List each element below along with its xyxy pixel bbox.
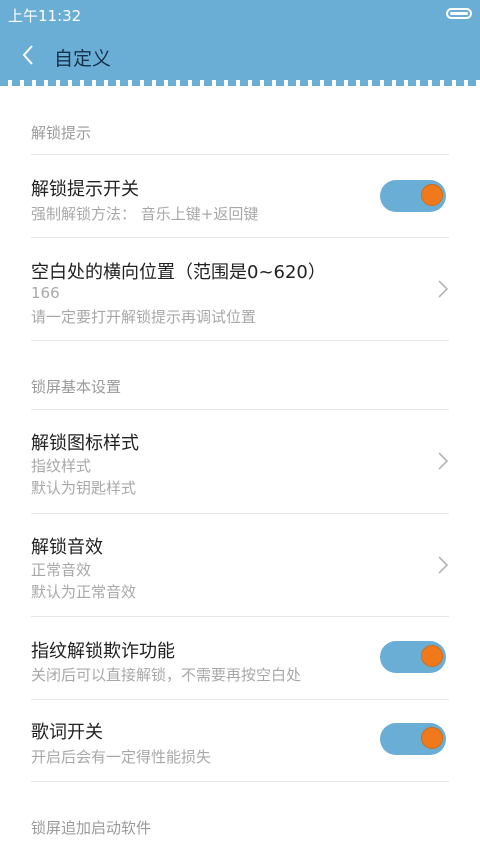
setting-subtitle: 默认为正常音效 (31, 583, 137, 601)
divider (31, 781, 449, 782)
setting-unlock-sound[interactable]: 解锁音效 正常音效 默认为正常音效 (0, 514, 480, 616)
toggle-knob (421, 727, 443, 749)
lyrics-toggle[interactable] (380, 723, 446, 755)
setting-subtitle: 请一定要打开解锁提示再调试位置 (31, 308, 257, 326)
setting-fingerprint-spoof[interactable]: 指纹解锁欺诈功能 关闭后可以直接解锁，不需要再按空白处 (0, 617, 480, 699)
setting-unlock-icon-style[interactable]: 解锁图标样式 指纹样式 默认为钥匙样式 (0, 410, 480, 513)
section-header-unlock-hint: 解锁提示 (31, 124, 92, 142)
setting-value: 指纹样式 (31, 457, 92, 475)
chevron-right-icon (438, 280, 449, 298)
setting-title: 空白处的横向位置（范围是0~620） (31, 262, 326, 283)
setting-subtitle: 关闭后可以直接解锁，不需要再按空白处 (31, 666, 302, 684)
dashed-divider (0, 80, 480, 86)
battery-icon (446, 8, 472, 19)
section-header-lockscreen-basic: 锁屏基本设置 (31, 378, 122, 396)
setting-title: 解锁图标样式 (31, 433, 139, 454)
status-time: 上午11:32 (8, 7, 82, 25)
toggle-knob (421, 645, 443, 667)
divider (31, 340, 449, 341)
chevron-right-icon (438, 452, 449, 470)
page-title: 自定义 (54, 48, 112, 70)
toggle-knob (421, 184, 443, 206)
setting-title: 指纹解锁欺诈功能 (31, 641, 175, 662)
setting-subtitle: 默认为钥匙样式 (31, 479, 137, 497)
setting-subtitle: 开启后会有一定得性能损失 (31, 748, 212, 766)
chevron-left-icon (22, 45, 33, 65)
setting-title: 解锁音效 (31, 537, 103, 558)
setting-value: 正常音效 (31, 561, 92, 579)
chevron-right-icon (438, 556, 449, 574)
setting-subtitle: 强制解锁方法： 音乐上键+返回键 (31, 205, 259, 223)
setting-value: 166 (31, 284, 60, 302)
setting-unlock-hint-switch[interactable]: 解锁提示开关 强制解锁方法： 音乐上键+返回键 (0, 155, 480, 237)
setting-title: 解锁提示开关 (31, 179, 139, 200)
status-bar: 上午11:32 (0, 0, 480, 28)
fingerprint-spoof-toggle[interactable] (380, 641, 446, 673)
unlock-hint-toggle[interactable] (380, 180, 446, 212)
section-header-append-apps: 锁屏追加启动软件 (31, 819, 152, 837)
back-button[interactable] (14, 40, 44, 70)
setting-horizontal-position[interactable]: 空白处的横向位置（范围是0~620） 166 请一定要打开解锁提示再调试位置 (0, 238, 480, 340)
setting-title: 歌词开关 (31, 722, 103, 743)
setting-lyrics-switch[interactable]: 歌词开关 开启后会有一定得性能损失 (0, 700, 480, 782)
app-bar: 自定义 (0, 28, 480, 80)
